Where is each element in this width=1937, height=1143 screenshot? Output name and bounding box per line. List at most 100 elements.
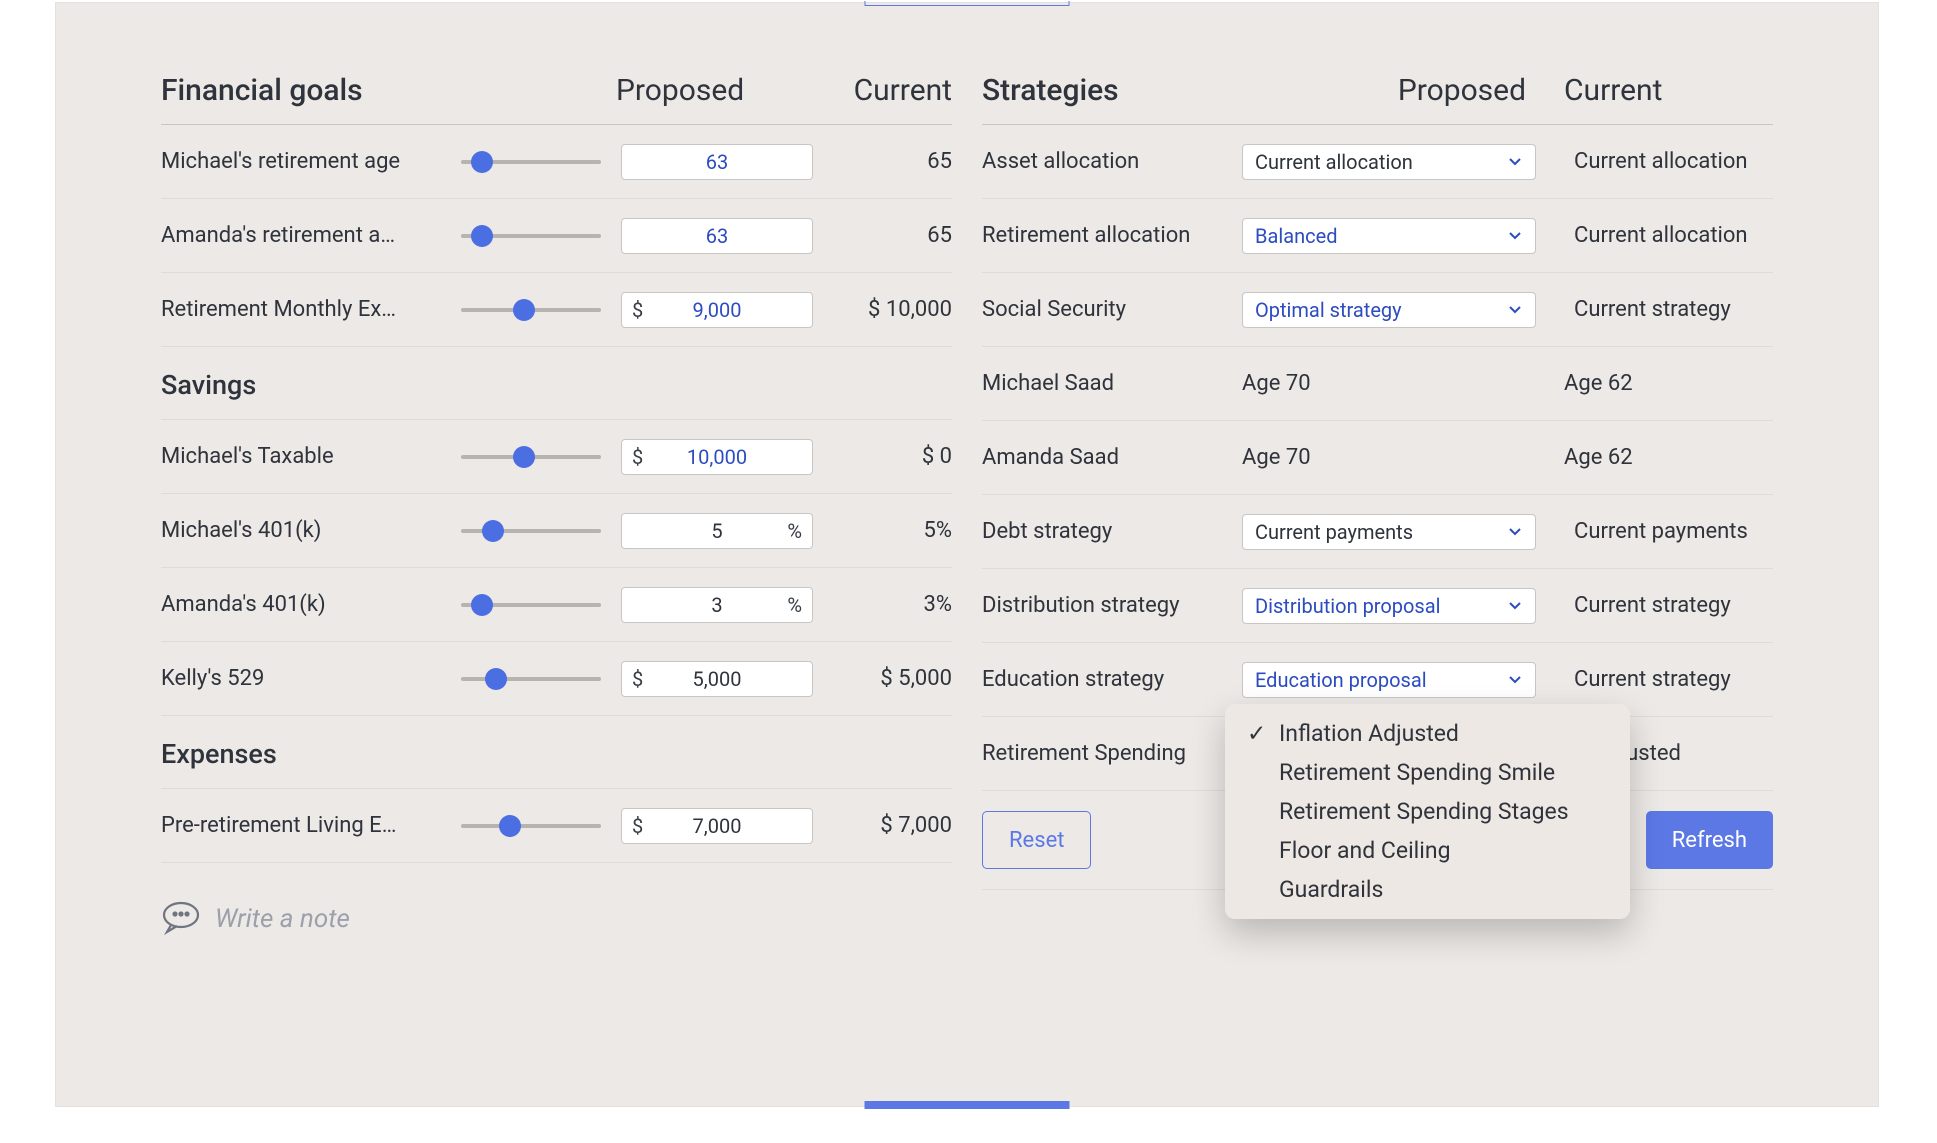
goal-current: 65 [821, 149, 952, 174]
strategy-label: Debt strategy [982, 519, 1242, 544]
expense-input[interactable]: $7,000 [621, 808, 813, 844]
goal-input[interactable]: $9,000 [621, 292, 813, 328]
goal-input[interactable]: 63 [621, 218, 813, 254]
expense-current: $ 7,000 [821, 813, 952, 838]
saving-row: Kelly's 529$5,000$ 5,000 [161, 642, 952, 716]
strategy-label: Social Security [982, 297, 1242, 322]
slider-thumb[interactable] [513, 299, 535, 321]
slider[interactable] [461, 308, 621, 312]
strategy-select[interactable]: Distribution proposal [1242, 588, 1536, 624]
strategy-label: Distribution strategy [982, 593, 1242, 618]
strategy-current: Age 62 [1542, 371, 1773, 396]
currency-prefix: $ [632, 445, 643, 469]
bottom-tab-indicator [865, 1101, 1070, 1109]
chevron-down-icon [1507, 150, 1523, 174]
dropdown-item[interactable]: Retirement Spending Stages [1225, 792, 1630, 831]
note-placeholder: Write a note [215, 904, 350, 934]
select-value: Current allocation [1255, 150, 1413, 174]
strategy-proposed-text: Age 70 [1242, 445, 1542, 470]
goal-row: Retirement Monthly Ex…$9,000$ 10,000 [161, 273, 952, 347]
goal-current: $ 10,000 [821, 297, 952, 322]
slider[interactable] [461, 160, 621, 164]
select-value: Balanced [1255, 224, 1337, 248]
planning-panel: Financial goals Proposed Current Michael… [55, 2, 1879, 1107]
goals-header: Financial goals Proposed Current [161, 73, 952, 125]
dropdown-item[interactable]: Floor and Ceiling [1225, 831, 1630, 870]
slider-thumb[interactable] [471, 151, 493, 173]
strategy-row: Social SecurityOptimal strategy Current s… [982, 273, 1773, 347]
chevron-down-icon [1507, 594, 1523, 618]
dropdown-item[interactable]: Guardrails [1225, 870, 1630, 909]
goal-label: Michael's retirement age [161, 149, 461, 174]
chevron-down-icon [1507, 224, 1523, 248]
note-icon [161, 899, 201, 939]
saving-row: Michael's 401(k)5%5% [161, 494, 952, 568]
slider[interactable] [461, 529, 621, 533]
goal-row: Michael's retirement age 63 65 [161, 125, 952, 199]
note-row[interactable]: Write a note [161, 863, 952, 939]
strategy-select[interactable]: Education proposal [1242, 662, 1536, 698]
slider[interactable] [461, 603, 621, 607]
dropdown-item-label: Retirement Spending Smile [1279, 759, 1555, 786]
saving-input[interactable]: $10,000 [621, 439, 813, 475]
percent-suffix: % [787, 519, 802, 543]
goal-input[interactable]: 63 [621, 144, 813, 180]
reset-button[interactable]: Reset [982, 811, 1091, 869]
top-tab-indicator [865, 1, 1070, 6]
slider-thumb[interactable] [485, 668, 507, 690]
savings-subheader: Savings [161, 347, 952, 420]
percent-suffix: % [787, 593, 802, 617]
saving-input[interactable]: 5% [621, 513, 813, 549]
strategy-label: Education strategy [982, 667, 1242, 692]
input-value: 3 [711, 593, 722, 617]
slider-thumb[interactable] [513, 446, 535, 468]
goal-row: Amanda's retirement a…6365 [161, 199, 952, 273]
dropdown-item-label: Retirement Spending Stages [1279, 798, 1569, 825]
strategy-current: Current strategy [1552, 593, 1773, 618]
retirement-spending-dropdown[interactable]: ✓Inflation Adjusted Retirement Spending S… [1225, 704, 1630, 919]
input-value: 10,000 [687, 445, 747, 469]
saving-current: 5% [821, 518, 952, 543]
strategy-select[interactable]: Optimal strategy [1242, 292, 1536, 328]
refresh-button[interactable]: Refresh [1646, 811, 1773, 869]
strategy-current: Current allocation [1552, 149, 1773, 174]
dropdown-item-label: Floor and Ceiling [1279, 837, 1451, 864]
dropdown-item[interactable]: ✓Inflation Adjusted [1225, 714, 1630, 753]
strategy-select[interactable]: Current payments [1242, 514, 1536, 550]
slider-thumb[interactable] [471, 594, 493, 616]
goal-current: 65 [821, 223, 952, 248]
slider-thumb[interactable] [482, 520, 504, 542]
strategies-header: Strategies Proposed Current [982, 73, 1773, 125]
saving-label: Kelly's 529 [161, 666, 461, 691]
slider[interactable] [461, 455, 621, 459]
strategy-row: Asset allocationCurrent allocationCurren… [982, 125, 1773, 199]
input-value: 7,000 [693, 814, 742, 838]
strategy-select[interactable]: Balanced [1242, 218, 1536, 254]
slider[interactable] [461, 824, 621, 828]
current-header-2: Current [1542, 73, 1773, 108]
strategy-row: Debt strategy Current payments Current pay… [982, 495, 1773, 569]
currency-prefix: $ [632, 814, 643, 838]
strategy-row: Retirement allocationBalancedCurrent all… [982, 199, 1773, 273]
dropdown-item-label: Inflation Adjusted [1279, 720, 1459, 747]
current-header: Current [744, 73, 952, 108]
strategy-label: Amanda Saad [982, 445, 1242, 470]
strategy-row: Michael SaadAge 70Age 62 [982, 347, 1773, 421]
strategy-select[interactable]: Current allocation [1242, 144, 1536, 180]
select-value: Current payments [1255, 520, 1413, 544]
slider[interactable] [461, 234, 621, 238]
slider[interactable] [461, 677, 621, 681]
strategy-current: Current strategy [1552, 297, 1773, 322]
slider-thumb[interactable] [471, 225, 493, 247]
saving-current: $ 0 [821, 444, 952, 469]
chevron-down-icon [1507, 520, 1523, 544]
input-value: 9,000 [693, 298, 742, 322]
strategy-current: Age 62 [1542, 445, 1773, 470]
saving-label: Michael's Taxable [161, 444, 461, 469]
dropdown-item[interactable]: Retirement Spending Smile [1225, 753, 1630, 792]
saving-input[interactable]: 3% [621, 587, 813, 623]
strategy-current: Current payments [1552, 519, 1773, 544]
slider-thumb[interactable] [499, 815, 521, 837]
saving-input[interactable]: $5,000 [621, 661, 813, 697]
strategy-row: Distribution strategyDistribution propos… [982, 569, 1773, 643]
